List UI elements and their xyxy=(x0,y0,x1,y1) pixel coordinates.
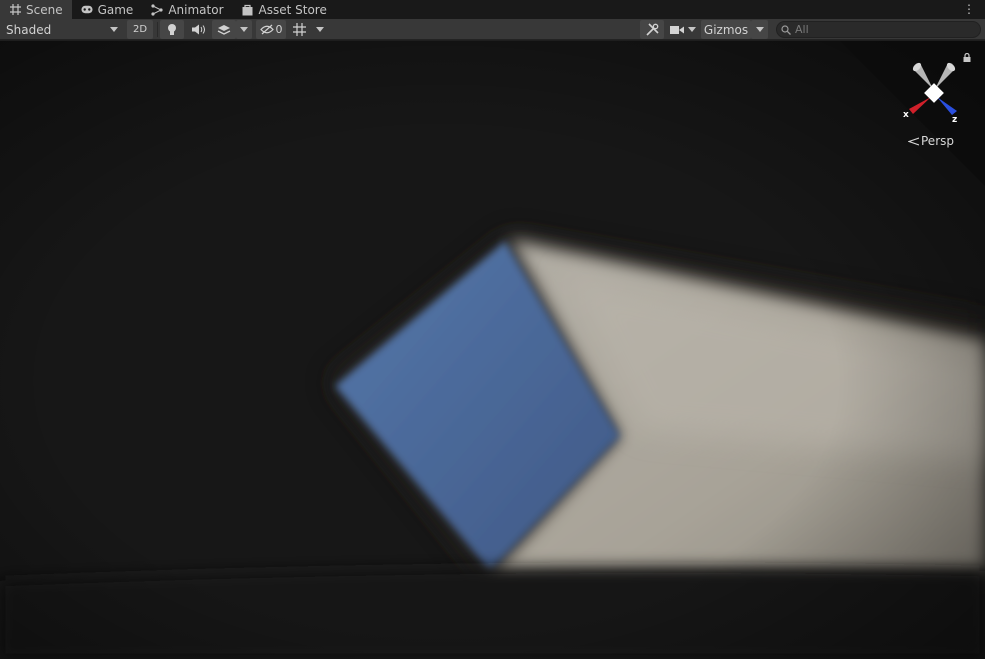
search-icon xyxy=(781,24,791,35)
gizmos-button[interactable]: Gizmos xyxy=(701,20,751,39)
toggle-2d-button[interactable]: 2D xyxy=(127,20,153,39)
tab-label: Scene xyxy=(26,2,63,17)
more-options-icon[interactable]: ⋮ xyxy=(963,2,975,16)
perspective-icon xyxy=(908,136,919,146)
x-axis-label: x xyxy=(903,110,909,120)
chevron-down-icon xyxy=(688,27,696,32)
grid-snap-icon xyxy=(292,23,306,36)
grid-toggle[interactable] xyxy=(288,20,310,39)
tab-label: Animator xyxy=(168,2,224,17)
x-axis-cone[interactable] xyxy=(909,97,931,114)
effects-dropdown[interactable] xyxy=(236,20,252,39)
tab-game[interactable]: Game xyxy=(72,0,143,19)
tab-label: Asset Store xyxy=(258,2,327,17)
tab-animator[interactable]: Animator xyxy=(142,0,232,19)
chevron-down-icon xyxy=(755,27,764,32)
tab-asset-store[interactable]: Asset Store xyxy=(233,0,336,19)
lightbulb-icon xyxy=(168,24,176,35)
window-tab-bar: Scene Game Animator Asset Store ⋮ xyxy=(0,0,985,19)
tab-label: Game xyxy=(97,2,134,17)
projection-toggle[interactable]: Persp xyxy=(908,134,954,148)
tab-scene[interactable]: Scene xyxy=(0,0,72,19)
gizmos-dropdown[interactable] xyxy=(751,20,768,39)
z-axis-cone[interactable] xyxy=(937,97,957,115)
scene-visibility-toggle[interactable]: 0 xyxy=(256,20,286,39)
search-input[interactable] xyxy=(795,23,975,36)
speaker-icon xyxy=(191,24,205,35)
grid-icon xyxy=(9,4,21,16)
tools-toggle[interactable] xyxy=(640,20,664,39)
scene-render xyxy=(0,41,985,659)
chevron-down-icon xyxy=(316,27,324,32)
toolbar-divider xyxy=(157,22,158,37)
projection-label: Persp xyxy=(921,134,954,148)
camera-icon xyxy=(670,25,684,34)
gizmos-label: Gizmos xyxy=(703,22,749,37)
tools-icon xyxy=(645,23,659,36)
effects-toggle[interactable] xyxy=(212,20,236,39)
chevron-down-icon xyxy=(110,27,118,32)
animator-icon xyxy=(151,3,163,16)
scene-toolbar: Shaded 2D 0 Gizmos xyxy=(0,19,985,40)
camera-settings-dropdown[interactable] xyxy=(667,20,699,39)
gamepad-icon xyxy=(81,4,93,16)
eye-hidden-icon xyxy=(259,24,274,35)
search-field[interactable] xyxy=(776,21,981,38)
z-axis-label: z xyxy=(952,115,957,125)
store-bag-icon xyxy=(242,4,254,16)
hidden-objects-count: 0 xyxy=(275,23,283,36)
audio-toggle[interactable] xyxy=(186,20,210,39)
chevron-down-icon xyxy=(240,27,248,32)
effects-layers-icon xyxy=(217,24,231,35)
lighting-toggle[interactable] xyxy=(160,20,184,39)
draw-mode-dropdown[interactable]: Shaded xyxy=(2,20,122,39)
scene-viewport[interactable]: x z Persp xyxy=(0,41,985,659)
grid-options-dropdown[interactable] xyxy=(312,20,328,39)
toggle-2d-label: 2D xyxy=(132,24,148,35)
draw-mode-label: Shaded xyxy=(6,22,52,37)
